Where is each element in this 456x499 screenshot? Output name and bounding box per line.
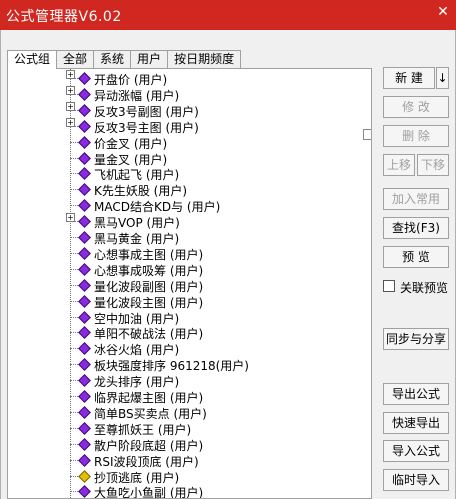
formula-icon bbox=[78, 453, 91, 467]
formula-tree-item[interactable]: 冰谷火焰 (用户) bbox=[8, 340, 368, 357]
import-formula-button[interactable]: 导入公式 bbox=[383, 440, 449, 462]
formula-tree-item[interactable]: 板块强度排序 961218(用户) bbox=[8, 356, 368, 373]
formula-tree-item[interactable]: + 异动涨幅 (用户) bbox=[8, 85, 368, 103]
formula-tree-item[interactable]: 单阳不破战法 (用户) bbox=[8, 324, 368, 341]
formula-tree-item[interactable]: 量金叉 (用户) bbox=[8, 150, 368, 167]
formula-tree-item[interactable]: 飞机起飞 (用户) bbox=[8, 165, 368, 182]
close-icon[interactable]: ✕ bbox=[436, 5, 450, 19]
formula-icon bbox=[78, 278, 91, 292]
export-formula-button[interactable]: 导出公式 bbox=[383, 383, 449, 405]
formula-tree-item[interactable]: K先生妖股 (用户) bbox=[8, 181, 368, 198]
tab-system[interactable]: 系统 bbox=[93, 50, 132, 68]
formula-icon bbox=[78, 469, 91, 483]
expand-icon[interactable]: + bbox=[66, 70, 75, 79]
formula-icon bbox=[78, 437, 91, 451]
formula-icon bbox=[78, 231, 91, 244]
formula-icon bbox=[78, 119, 91, 133]
tab-strip: 公式组 全部 系统 用户 按日期频度 bbox=[7, 50, 242, 69]
expand-icon[interactable]: + bbox=[66, 213, 75, 223]
formula-tree-item[interactable]: 简单BS买卖点 (用户) bbox=[8, 404, 368, 421]
tab-all[interactable]: 全部 bbox=[56, 50, 95, 68]
checkbox-box[interactable] bbox=[383, 280, 395, 292]
formula-icon bbox=[78, 421, 91, 435]
formula-icon bbox=[78, 215, 91, 228]
formula-tree-item[interactable]: + 反攻3号副图 (用户) bbox=[8, 101, 368, 119]
formula-tree-item[interactable]: 龙头排序 (用户) bbox=[8, 372, 368, 389]
window-title: 公式管理器V6.02 bbox=[6, 9, 122, 25]
formula-tree-item[interactable]: + 反攻3号主图 (用户) bbox=[8, 117, 368, 135]
linked-preview-checkbox[interactable]: 关联预览 bbox=[383, 278, 453, 295]
modify-button[interactable]: 修 改 bbox=[383, 96, 449, 118]
formula-icon bbox=[78, 485, 91, 498]
formula-tree-item[interactable]: MACD结合KD与 (用户) bbox=[8, 197, 368, 214]
add-common-button[interactable]: 加入常用 bbox=[383, 188, 449, 210]
formula-icon bbox=[78, 294, 91, 308]
formula-icon bbox=[78, 342, 91, 356]
formula-icon bbox=[78, 151, 91, 165]
formula-icon bbox=[78, 406, 91, 419]
title-bar: 公式管理器V6.02 ✕ bbox=[0, 0, 456, 30]
formula-tree-item[interactable]: 抄顶逃底 (用户) bbox=[8, 468, 368, 485]
formula-tree-item[interactable]: 量化波段主图 (用户) bbox=[8, 293, 368, 310]
expand-icon[interactable]: + bbox=[66, 85, 75, 95]
move-down-button[interactable]: 下移 bbox=[417, 154, 449, 176]
expand-icon[interactable]: + bbox=[66, 101, 75, 111]
formula-icon bbox=[78, 199, 91, 213]
formula-icon bbox=[78, 88, 91, 101]
formula-tree-item[interactable]: 量化波段副图 (用户) bbox=[8, 277, 368, 294]
formula-tree-item[interactable]: 大鱼吃小鱼副 (用户) bbox=[8, 483, 368, 499]
delete-button[interactable]: 删 除 bbox=[383, 125, 449, 147]
formula-tree-item[interactable]: 散户阶段底超 (用户) bbox=[8, 436, 368, 453]
tab-formula-group[interactable]: 公式组 bbox=[7, 50, 58, 69]
new-button[interactable]: 新 建 bbox=[383, 67, 435, 89]
new-dropdown-icon[interactable]: ↓ bbox=[436, 67, 449, 89]
formula-tree-item[interactable]: + 黑马VOP (用户) bbox=[8, 213, 368, 230]
formula-icon bbox=[78, 374, 91, 387]
formula-tree-item[interactable]: 心想事成主图 (用户) bbox=[8, 245, 368, 262]
formula-tree-item[interactable]: + 开盘价 (用户) bbox=[8, 70, 368, 87]
formula-tree-item[interactable]: RSI波段顶底 (用户) bbox=[8, 452, 368, 469]
formula-icon bbox=[78, 262, 91, 276]
formula-icon bbox=[78, 310, 91, 324]
formula-tree-item[interactable]: 临界起爆主图 (用户) bbox=[8, 388, 368, 405]
linked-preview-label: 关联预览 bbox=[400, 281, 449, 295]
formula-tree-item[interactable]: 价金叉 (用户) bbox=[8, 134, 368, 151]
tab-user[interactable]: 用户 bbox=[130, 50, 169, 68]
formula-icon bbox=[78, 72, 91, 85]
move-up-button[interactable]: 上移 bbox=[383, 154, 415, 176]
sync-share-button[interactable]: 同步与分享 bbox=[383, 328, 449, 350]
temp-import-button[interactable]: 临时导入 bbox=[383, 469, 449, 491]
formula-tree[interactable]: + 开盘价 (用户) + 异动涨幅 (用户) + 反攻3号副图 (用户) + 反攻3号主图 (… bbox=[7, 68, 372, 499]
expand-icon[interactable]: + bbox=[66, 117, 75, 127]
formula-manager-window: 公式组 全部 系统 用户 按日期频度 + 开盘价 (用户) + 异动涨幅 (用户) + 反… bbox=[0, 30, 456, 499]
formula-tree-item[interactable]: 心想事成吸筹 (用户) bbox=[8, 261, 368, 278]
formula-tree-item[interactable]: 空中加油 (用户) bbox=[8, 309, 368, 326]
find-button[interactable]: 查找(F3) bbox=[383, 217, 449, 239]
formula-icon bbox=[78, 326, 91, 340]
formula-icon bbox=[78, 358, 91, 372]
formula-icon bbox=[78, 247, 91, 260]
formula-icon bbox=[78, 390, 91, 403]
tab-by-date-frequency[interactable]: 按日期频度 bbox=[167, 50, 242, 68]
preview-button[interactable]: 预 览 bbox=[383, 246, 449, 268]
formula-tree-item[interactable]: 至尊抓妖王 (用户) bbox=[8, 420, 368, 437]
formula-icon bbox=[78, 183, 91, 197]
formula-icon bbox=[78, 167, 91, 181]
formula-tree-item[interactable]: 黑马黄金 (用户) bbox=[8, 229, 368, 246]
formula-icon bbox=[78, 135, 91, 149]
formula-name: 大鱼吃小鱼副 (用户) bbox=[94, 486, 204, 499]
quick-export-button[interactable]: 快速导出 bbox=[383, 412, 449, 434]
formula-icon bbox=[78, 103, 91, 117]
